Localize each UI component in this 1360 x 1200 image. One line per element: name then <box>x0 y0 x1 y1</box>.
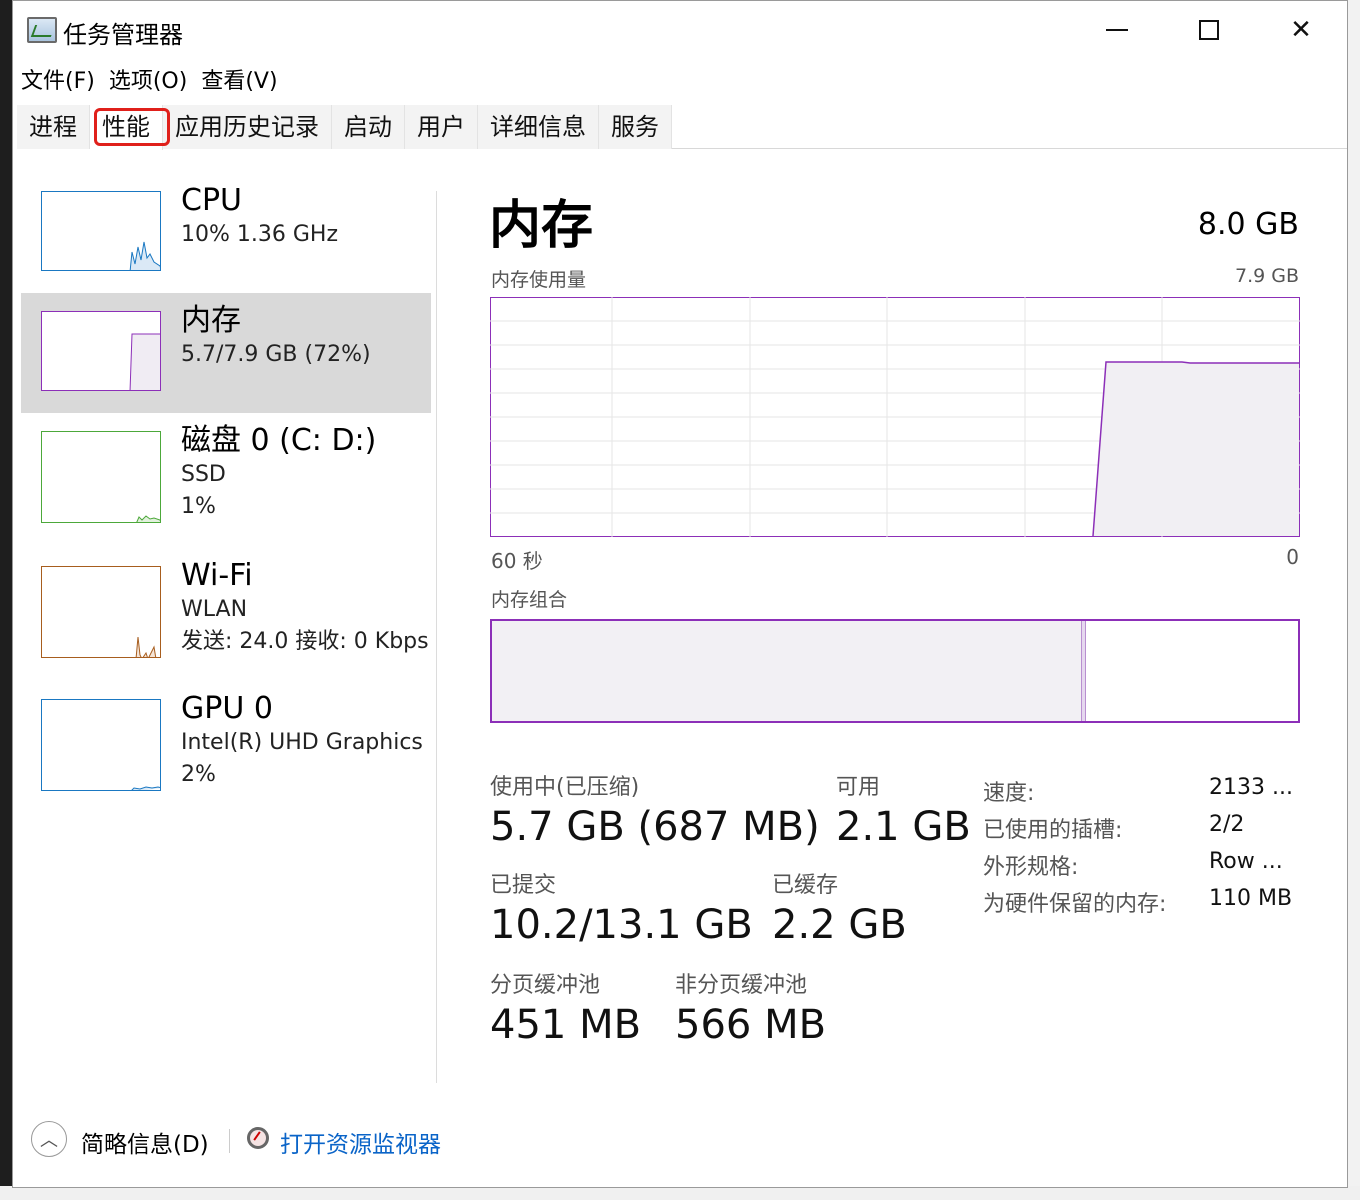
sidebar-item-title: CPU <box>181 183 242 218</box>
sidebar-item-detail: Intel(R) UHD Graphics <box>181 730 423 755</box>
stat-label: 非分页缓冲池 <box>675 973 808 998</box>
wifi-thumbnail-graph <box>41 566 161 658</box>
detail-value-form-factor: Row ... <box>1209 849 1283 874</box>
stat-value: 10.2/13.1 GB <box>490 902 753 948</box>
tab-performance[interactable]: 性能 <box>90 105 170 150</box>
open-resource-monitor-link[interactable]: 打开资源监视器 <box>280 1125 441 1159</box>
footer-divider <box>229 1129 230 1153</box>
task-manager-window: 任务管理器 ✕ 文件(F) 选项(O) 查看(V) 进程 性能 应用历史记录 启… <box>12 0 1348 1188</box>
menu-file[interactable]: 文件(F) <box>21 63 95 95</box>
stat-committed: 已提交 10.2/13.1 GB <box>490 871 753 949</box>
detail-key-form-factor: 外形规格: <box>983 855 1079 880</box>
detail-key-reserved: 为硬件保留的内存: <box>983 892 1167 917</box>
resource-monitor-icon <box>247 1127 269 1149</box>
memory-total: 8.0 GB <box>1197 207 1299 242</box>
tab-app-history[interactable]: 应用历史记录 <box>163 105 332 149</box>
stat-label: 已缓存 <box>772 873 839 898</box>
sidebar-item-title: Wi-Fi <box>181 558 253 593</box>
task-manager-icon <box>27 17 57 43</box>
stat-label: 使用中(已压缩) <box>490 775 640 800</box>
close-icon: ✕ <box>1290 15 1312 45</box>
sidebar-item-detail: 1% <box>181 494 216 519</box>
fewer-details-button[interactable]: ︿ <box>31 1121 67 1157</box>
sidebar-item-wifi[interactable]: Wi-Fi WLAN 发送: 24.0 接收: 0 Kbps <box>21 548 431 668</box>
detail-key-slots: 已使用的插槽: <box>983 818 1123 843</box>
fewer-details-label[interactable]: 简略信息(D) <box>81 1125 209 1159</box>
minimize-button[interactable] <box>1071 1 1163 59</box>
menu-bar: 文件(F) 选项(O) 查看(V) <box>21 63 278 95</box>
tab-startup[interactable]: 启动 <box>332 105 405 149</box>
sidebar-item-title: 磁盘 0 (C: D:) <box>181 423 377 458</box>
sidebar-item-title: GPU 0 <box>181 691 273 726</box>
sidebar-item-gpu[interactable]: GPU 0 Intel(R) UHD Graphics 2% <box>21 681 431 801</box>
sidebar-item-detail: SSD <box>181 462 226 487</box>
minimize-icon <box>1106 29 1128 31</box>
tab-bar: 进程 性能 应用历史记录 启动 用户 详细信息 服务 <box>17 105 1347 150</box>
sidebar-item-detail: 发送: 24.0 接收: 0 Kbps <box>181 629 429 654</box>
stat-value: 5.7 GB (687 MB) <box>490 804 820 850</box>
axis-left-label: 60 秒 <box>491 549 543 573</box>
cpu-thumbnail-graph <box>41 191 161 271</box>
window-title: 任务管理器 <box>63 21 183 49</box>
gpu-thumbnail-graph <box>41 699 161 791</box>
maximize-button[interactable] <box>1163 1 1255 59</box>
sidebar-item-title: 内存 <box>181 303 241 338</box>
close-button[interactable]: ✕ <box>1255 1 1347 59</box>
usage-graph-label: 内存使用量 <box>491 269 587 291</box>
detail-value-speed: 2133 ... <box>1209 775 1293 800</box>
stat-value: 451 MB <box>490 1002 642 1048</box>
chevron-up-icon: ︿ <box>40 1130 58 1151</box>
maximize-icon <box>1199 20 1219 40</box>
composition-modified <box>1082 621 1086 721</box>
composition-label: 内存组合 <box>491 589 568 611</box>
detail-key-speed: 速度: <box>983 781 1035 806</box>
stat-cached: 已缓存 2.2 GB <box>772 871 907 949</box>
page-title: 内存 <box>489 196 594 256</box>
title-bar: 任务管理器 ✕ <box>13 1 1347 59</box>
sidebar-item-disk[interactable]: 磁盘 0 (C: D:) SSD 1% <box>21 413 431 533</box>
sidebar-item-detail: 5.7/7.9 GB (72%) <box>181 342 371 367</box>
panel-divider <box>436 191 437 1083</box>
tab-users[interactable]: 用户 <box>405 105 478 149</box>
sidebar-item-cpu[interactable]: CPU 10% 1.36 GHz <box>21 173 431 293</box>
axis-right-label: 0 <box>1286 545 1299 569</box>
stat-paged-pool: 分页缓冲池 451 MB <box>490 971 641 1049</box>
menu-options[interactable]: 选项(O) <box>109 63 187 95</box>
memory-composition-bar[interactable] <box>490 619 1300 723</box>
stat-label: 分页缓冲池 <box>490 973 601 998</box>
stat-value: 2.2 GB <box>772 902 907 948</box>
memory-thumbnail-graph <box>41 311 161 391</box>
desktop-background-right <box>1346 0 1360 1200</box>
stat-nonpaged-pool: 非分页缓冲池 566 MB <box>675 971 826 1049</box>
detail-value-slots: 2/2 <box>1209 812 1245 837</box>
tab-services[interactable]: 服务 <box>599 105 672 149</box>
sidebar-item-detail: 2% <box>181 762 216 787</box>
sidebar-item-detail: WLAN <box>181 597 248 622</box>
sidebar-item-detail: 10% 1.36 GHz <box>181 222 339 247</box>
sidebar-item-memory[interactable]: 内存 5.7/7.9 GB (72%) <box>21 293 431 413</box>
tab-details[interactable]: 详细信息 <box>478 105 599 149</box>
stat-label: 已提交 <box>490 873 557 898</box>
taskbar-background <box>0 1186 1360 1200</box>
stat-label: 可用 <box>836 775 881 800</box>
usage-graph-max: 7.9 GB <box>1234 265 1299 287</box>
footer-bar: ︿ 简略信息(D) 打开资源监视器 <box>13 1113 1347 1173</box>
disk-thumbnail-graph <box>41 431 161 523</box>
composition-in-use <box>492 621 1082 721</box>
detail-value-reserved: 110 MB <box>1209 886 1293 911</box>
highlight-box <box>94 108 170 146</box>
memory-usage-graph <box>490 297 1300 537</box>
stat-value: 566 MB <box>675 1002 827 1048</box>
stat-in-use: 使用中(已压缩) 5.7 GB (687 MB) <box>490 773 820 851</box>
stat-value: 2.1 GB <box>836 804 971 850</box>
tab-processes[interactable]: 进程 <box>17 105 90 149</box>
stat-available: 可用 2.1 GB <box>836 773 971 851</box>
menu-view[interactable]: 查看(V) <box>201 63 277 95</box>
